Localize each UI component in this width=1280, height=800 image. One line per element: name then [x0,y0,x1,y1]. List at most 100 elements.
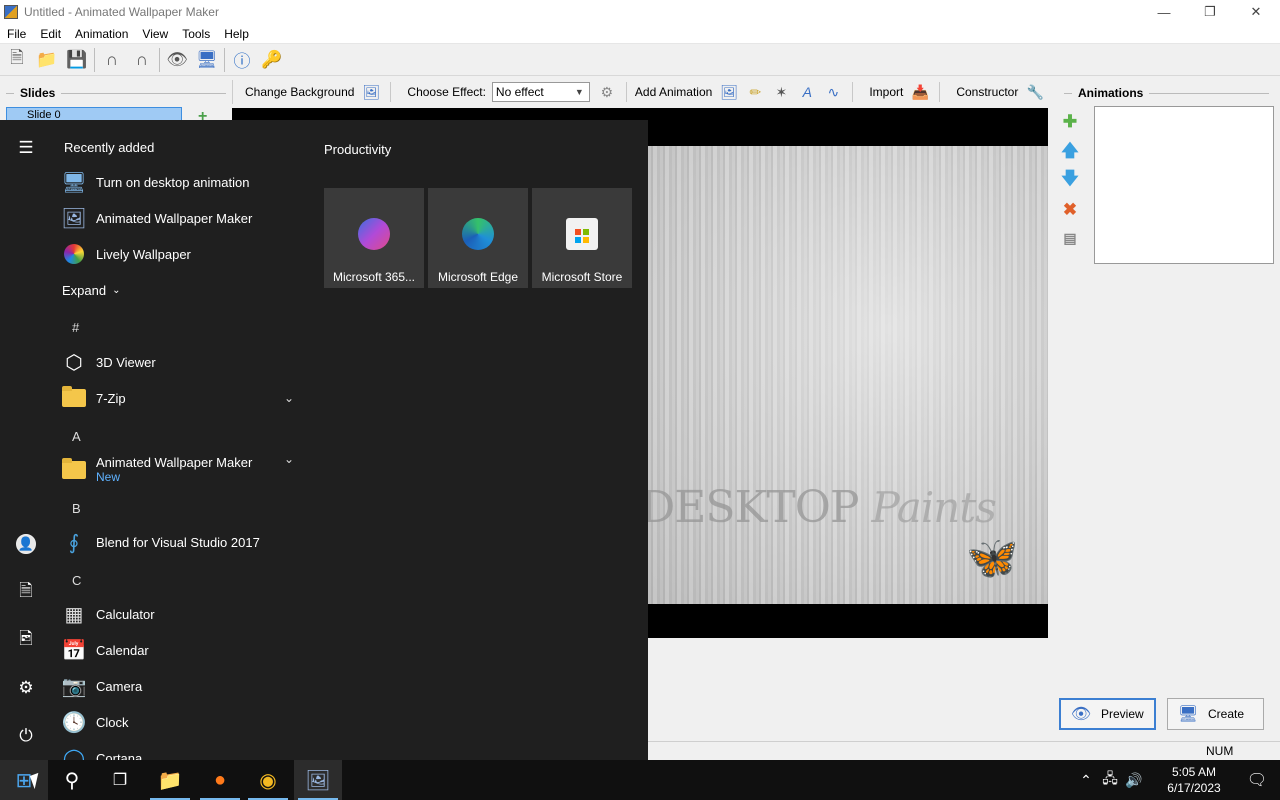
move-up-icon[interactable]: 🡅 [1060,141,1080,162]
divider [852,82,854,102]
animations-list[interactable] [1094,106,1274,264]
open-folder-icon[interactable]: 📁 [32,46,62,74]
app-list: Recently added 🖥 Turn on desktop animati… [52,120,312,760]
power-icon[interactable]: ⏻ [14,724,38,748]
letter-header[interactable]: A [72,429,81,444]
app-name: Blend for Visual Studio 2017 [96,534,260,550]
logo-text: DESKTOP [648,482,859,533]
expand-button[interactable]: Expand ⌄ [62,274,310,306]
preview-button[interactable]: 👁 Preview [1059,698,1156,730]
status-bar: NUM [648,741,1280,760]
list-item[interactable]: Animated Wallpaper Maker New ⌄ [60,452,308,488]
chrome-icon[interactable]: ◉ [244,760,292,800]
list-item[interactable]: 🖥 Turn on desktop animation [60,166,308,198]
menu-view[interactable]: View [135,27,175,41]
network-icon[interactable]: 🖧 [1098,768,1122,792]
notification-icon[interactable]: 🗨 [1234,770,1280,790]
productivity-title: Productivity [324,142,392,157]
list-item[interactable]: 7-Zip ⌄ [60,382,308,414]
restore-icon[interactable]: ❐ [1187,0,1233,24]
settings-gear-icon[interactable]: ⚙ [14,676,38,700]
background-image-icon[interactable]: 🖼 [360,82,382,102]
redo-magnet-icon[interactable]: ∩ [127,46,157,74]
effect-select[interactable]: No effect ▼ [491,82,590,102]
search-icon[interactable]: ⚲ [48,760,96,800]
recently-added-title: Recently added [64,140,155,155]
butterfly-animation-icon[interactable]: 🦋 [966,534,1018,583]
new-file-icon[interactable]: 🗎 [2,46,32,74]
list-item[interactable]: 🖼 Animated Wallpaper Maker [60,202,308,234]
list-item[interactable]: ▦ Calculator [60,598,308,630]
add-text-animation-icon[interactable]: A [796,82,818,102]
info-icon[interactable]: ⓘ [227,46,257,74]
chevron-down-icon[interactable]: ⌄ [284,391,294,405]
preview-eye-icon[interactable]: 👁 [162,46,192,74]
move-down-icon[interactable]: 🡇 [1060,169,1080,190]
app-name: Cortana [96,750,143,761]
file-explorer-icon[interactable]: 📁 [146,760,194,800]
key-icon[interactable]: 🔑 [257,46,287,74]
menu-animation[interactable]: Animation [68,27,135,41]
app-name: Animated Wallpaper Maker New [96,455,252,485]
change-background-button[interactable]: Change Background [233,85,360,99]
create-button[interactable]: 🖥 Create [1167,698,1264,730]
hamburger-menu-icon[interactable]: ☰ [14,136,38,160]
microsoft-365-icon [358,218,390,250]
add-image-animation-icon[interactable]: 🖼 [718,82,740,102]
app-name: Calendar [96,642,149,658]
task-view-icon[interactable]: ❐ [96,760,144,800]
menu-help[interactable]: Help [217,27,256,41]
import-icon[interactable]: 📥 [909,82,931,102]
app-name: Clock [96,714,129,730]
add-brush-animation-icon[interactable]: ✏ [744,82,766,102]
delete-icon[interactable]: ✖ [1060,200,1080,220]
properties-icon[interactable]: ▤ [1060,228,1080,248]
divider [939,82,941,102]
chevron-down-icon[interactable]: ⌄ [284,452,294,466]
add-animation-label: Add Animation [634,85,713,99]
save-icon[interactable]: 💾 [62,46,92,74]
minimize-icon[interactable]: — [1141,0,1187,24]
documents-icon[interactable]: 🗎 [14,580,38,604]
letter-header[interactable]: # [72,320,79,335]
list-item[interactable]: Lively Wallpaper [60,238,308,270]
import-button[interactable]: Import [857,85,909,99]
firefox-icon[interactable]: ● [196,760,244,800]
close-icon[interactable]: ✕ [1233,0,1279,24]
list-item[interactable]: 🕓 Clock [60,706,308,738]
app-name: Turn on desktop animation [96,174,250,190]
tile-microsoft-store[interactable]: Microsoft Store [532,188,632,288]
constructor-tools-icon[interactable]: 🔧 [1024,82,1046,102]
menu-tools[interactable]: Tools [175,27,217,41]
slides-title: Slides [20,86,56,100]
list-item[interactable]: ⬡ 3D Viewer [60,346,308,378]
tile-microsoft-edge[interactable]: Microsoft Edge [428,188,528,288]
menu-edit[interactable]: Edit [33,27,68,41]
effect-settings-icon[interactable]: ⚙ [596,82,618,102]
divider [1064,92,1072,94]
background-image[interactable]: DESKTOP Paints 🦋 [648,146,1048,604]
list-item[interactable]: 📅 Calendar [60,634,308,666]
app-name-text: Animated Wallpaper Maker [96,455,253,470]
tile-microsoft-365[interactable]: Microsoft 365... [324,188,424,288]
constructor-button[interactable]: Constructor [944,85,1024,99]
chevron-up-icon[interactable]: ⌃ [1074,772,1098,789]
list-item[interactable]: ◯ Cortana [60,742,308,761]
pictures-icon[interactable]: 🖻 [14,628,38,652]
volume-icon[interactable]: 🔊 [1122,772,1146,789]
monitor-icon: 🖥 [1177,706,1199,723]
add-wave-animation-icon[interactable]: ∿ [822,82,844,102]
chevron-down-icon: ▼ [574,87,584,97]
add-icon[interactable]: ✚ [1060,112,1080,132]
menu-file[interactable]: File [0,27,33,41]
list-item[interactable]: ∮ Blend for Visual Studio 2017 [60,526,308,558]
set-wallpaper-icon[interactable]: 🖥 [192,46,222,74]
clock[interactable]: 5:05 AM 6/17/2023 [1154,764,1234,796]
add-particles-animation-icon[interactable]: ✶ [770,82,792,102]
letter-header[interactable]: B [72,501,81,516]
list-item[interactable]: 📷 Camera [60,670,308,702]
letter-header[interactable]: C [72,573,81,588]
wallpaper-maker-icon[interactable]: 🖼 [294,760,342,800]
user-account-icon[interactable]: 👤 [16,534,36,554]
undo-magnet-icon[interactable]: ∩ [97,46,127,74]
